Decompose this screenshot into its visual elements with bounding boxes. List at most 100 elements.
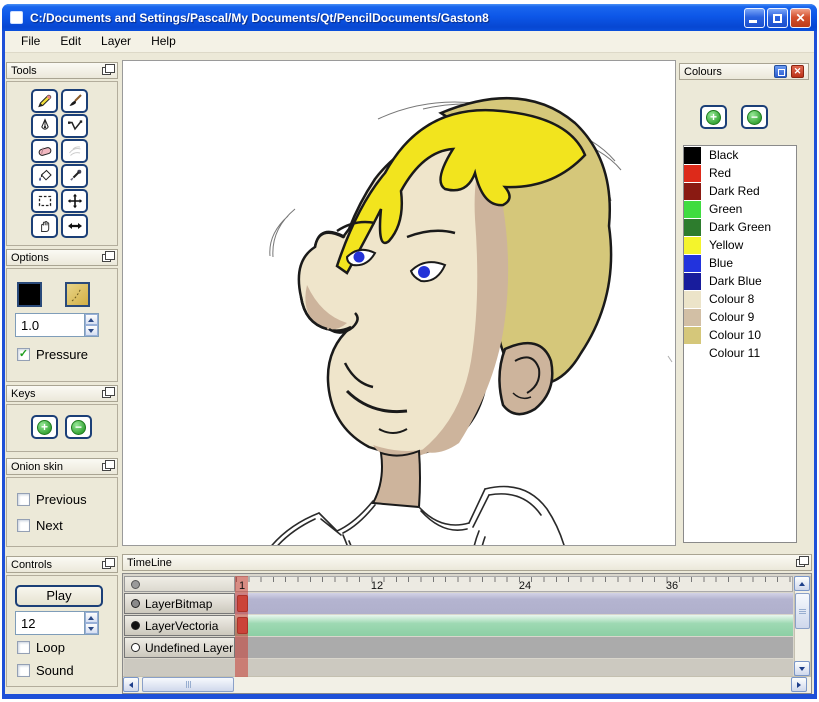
horizontal-scroll-thumb[interactable] [142, 677, 234, 692]
minimize-button[interactable] [744, 8, 765, 28]
options-panel-titlebar[interactable]: Options [6, 249, 118, 266]
layer-label-bitmap[interactable]: LayerBitmap [124, 593, 235, 614]
scroll-right-button[interactable] [791, 677, 807, 692]
colour-row[interactable]: Blue [684, 254, 796, 272]
bucket-tool-button[interactable] [31, 164, 58, 188]
colours-close-button[interactable]: ✕ [791, 65, 804, 78]
colour-row[interactable]: Colour 8 [684, 290, 796, 308]
bitmap-track[interactable] [235, 593, 793, 614]
undefined-track[interactable] [235, 637, 793, 658]
ruler-number: 36 [666, 580, 678, 592]
timeline-panel-titlebar[interactable]: TimeLine [122, 554, 812, 571]
timeline-row-bitmap[interactable]: LayerBitmap [124, 593, 793, 614]
colours-float-button[interactable] [774, 65, 787, 78]
stroke-width-spinbox [15, 313, 99, 337]
select-tool-button[interactable] [31, 189, 58, 213]
keys-panel-titlebar[interactable]: Keys [6, 385, 118, 402]
pencil-tool-button[interactable] [31, 89, 58, 113]
colour-row[interactable]: Yellow [684, 236, 796, 254]
menu-help[interactable]: Help [141, 32, 186, 51]
colour-row[interactable]: Colour 10 [684, 326, 796, 344]
colour-row[interactable]: Colour 11 [684, 344, 796, 362]
colour-list: Black Red Dark Red Green Dark Green Yell… [683, 145, 797, 543]
colour-row[interactable]: Green [684, 200, 796, 218]
maximize-button[interactable] [767, 8, 788, 28]
timeline-ruler[interactable]: 1 12 24 36 [235, 576, 793, 592]
grip [188, 681, 189, 688]
brush-tool-button[interactable] [61, 89, 88, 113]
eyedropper-tool-button[interactable] [61, 164, 88, 188]
colour-row[interactable]: Black [684, 146, 796, 164]
colour-row[interactable]: Dark Blue [684, 272, 796, 290]
timeline-float-icon[interactable] [796, 559, 805, 567]
timeline-horizontal-scrollbar[interactable] [123, 676, 811, 693]
keys-float-icon[interactable] [102, 390, 111, 398]
controls-panel-titlebar[interactable]: Controls [6, 556, 118, 573]
colours-panel-titlebar[interactable]: Colours ✕ [679, 63, 809, 80]
onion-panel-titlebar[interactable]: Onion skin [6, 458, 118, 475]
fps-up-button[interactable] [85, 612, 98, 623]
menu-file[interactable]: File [11, 32, 50, 51]
timeline-row-vector[interactable]: LayerVectoria [124, 615, 793, 636]
add-key-button[interactable]: + [31, 415, 58, 439]
all-layers-visibility-icon[interactable] [131, 580, 140, 589]
scroll-left-button[interactable] [123, 677, 139, 692]
colour-row[interactable]: Dark Green [684, 218, 796, 236]
up-arrow-icon [799, 582, 805, 586]
scroll-down-button[interactable] [794, 661, 810, 676]
controls-float-icon[interactable] [102, 561, 111, 569]
timeline-vertical-scrollbar[interactable] [794, 576, 811, 676]
remove-key-button[interactable]: − [65, 415, 92, 439]
pressure-checkbox[interactable]: ✓ [17, 348, 30, 361]
timeline-row-undefined[interactable]: Undefined Layer [124, 637, 793, 658]
titlebar[interactable]: C:/Documents and Settings/Pascal/My Docu… [2, 4, 817, 31]
close-button[interactable]: ✕ [790, 8, 811, 28]
colour-swatch [684, 255, 701, 272]
scroll-up-button[interactable] [794, 576, 810, 591]
colour-row[interactable]: Red [684, 164, 796, 182]
previous-checkbox[interactable] [17, 493, 30, 506]
vertical-scroll-thumb[interactable] [795, 593, 810, 629]
colour-row[interactable]: Dark Red [684, 182, 796, 200]
loop-label: Loop [36, 640, 65, 655]
layer-visibility-icon[interactable] [131, 621, 140, 630]
layer-visibility-icon[interactable] [131, 599, 140, 608]
menu-edit[interactable]: Edit [50, 32, 91, 51]
play-button[interactable]: Play [15, 585, 103, 607]
next-checkbox[interactable] [17, 519, 30, 532]
options-float-icon[interactable] [102, 254, 111, 262]
smudge-tool-button[interactable] [61, 139, 88, 163]
hand-tool-button[interactable] [31, 214, 58, 238]
eraser-tool-button[interactable] [31, 139, 58, 163]
tools-float-icon[interactable] [102, 67, 111, 75]
stretch-tool-button[interactable] [61, 214, 88, 238]
remove-colour-button[interactable]: − [741, 105, 768, 129]
loop-checkbox[interactable] [17, 641, 30, 654]
onion-float-icon[interactable] [102, 463, 111, 471]
fps-down-button[interactable] [85, 623, 98, 634]
stroke-width-input[interactable] [16, 314, 84, 336]
pen-tool-button[interactable] [31, 114, 58, 138]
colour-row[interactable]: Colour 9 [684, 308, 796, 326]
stroke-width-down-button[interactable] [85, 325, 98, 336]
add-colour-button[interactable]: + [700, 105, 727, 129]
sound-checkbox[interactable] [17, 664, 30, 677]
ruler-number: 24 [519, 580, 531, 592]
current-colour-swatch[interactable] [17, 282, 42, 307]
fps-spinbox [15, 611, 99, 635]
layer-label-vector[interactable]: LayerVectoria [124, 615, 235, 636]
menu-layer[interactable]: Layer [91, 32, 141, 51]
layer-label-undefined[interactable]: Undefined Layer [124, 637, 235, 658]
cartoon-drawing [123, 61, 675, 545]
polyline-icon [67, 118, 83, 134]
grip [190, 681, 191, 688]
stroke-width-up-button[interactable] [85, 314, 98, 325]
drawing-canvas[interactable] [122, 60, 676, 546]
layer-visibility-icon[interactable] [131, 643, 140, 652]
tools-panel-titlebar[interactable]: Tools [6, 62, 118, 79]
polyline-tool-button[interactable] [61, 114, 88, 138]
move-tool-button[interactable] [61, 189, 88, 213]
stroke-preview-button[interactable] [65, 282, 90, 307]
fps-input[interactable] [16, 612, 84, 634]
vector-track[interactable] [235, 615, 793, 636]
